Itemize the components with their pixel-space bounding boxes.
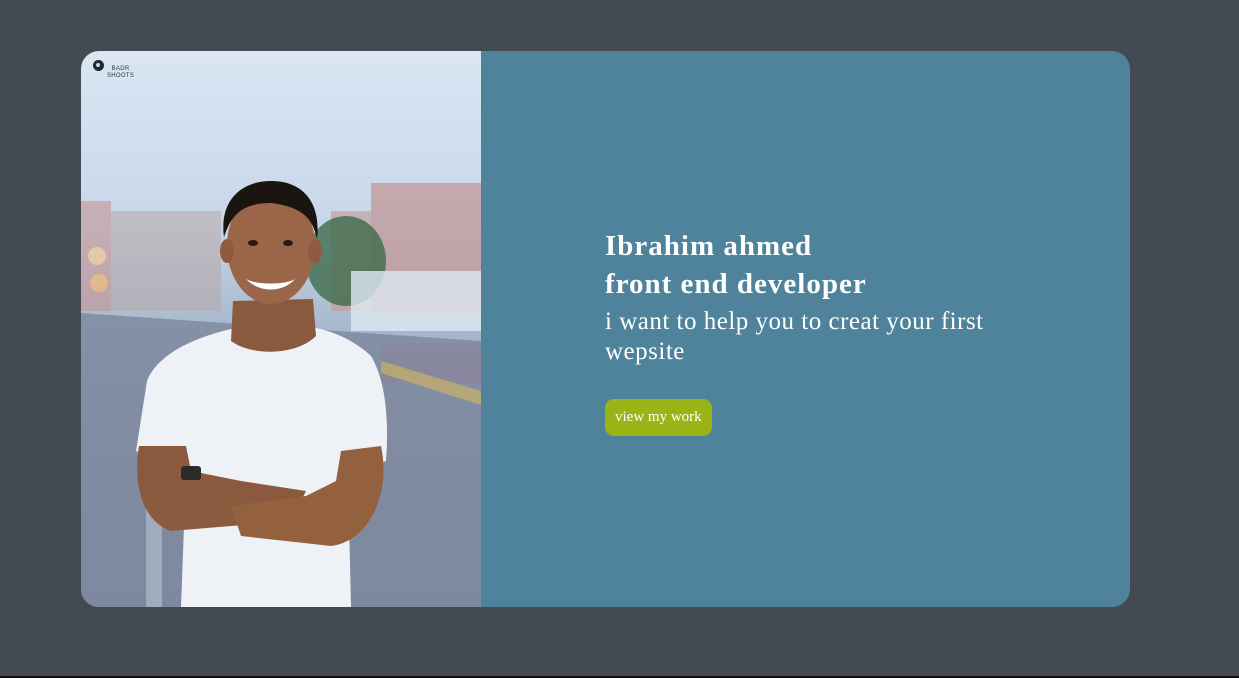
watermark-line-1: BADR xyxy=(111,66,130,72)
portrait-illustration xyxy=(81,181,481,607)
profile-photo: BADR SHOOTS xyxy=(81,51,481,607)
view-my-work-button[interactable]: view my work xyxy=(605,399,712,436)
photographer-watermark: BADR SHOOTS xyxy=(93,60,134,80)
watermark-line-2: SHOOTS xyxy=(107,73,135,79)
camera-logo-icon xyxy=(93,60,104,71)
hero-card: BADR SHOOTS Ibrahim ahmed front end deve… xyxy=(81,51,1130,607)
hero-text: Ibrahim ahmed front end developer i want… xyxy=(605,227,1045,436)
hero-role: front end developer xyxy=(605,268,867,300)
hero-tagline: i want to help you to creat your first w… xyxy=(605,308,984,365)
hero-content: Ibrahim ahmed front end developer i want… xyxy=(481,51,1130,607)
hero-name: Ibrahim ahmed xyxy=(605,230,813,262)
page: BADR SHOOTS Ibrahim ahmed front end deve… xyxy=(0,0,1239,678)
